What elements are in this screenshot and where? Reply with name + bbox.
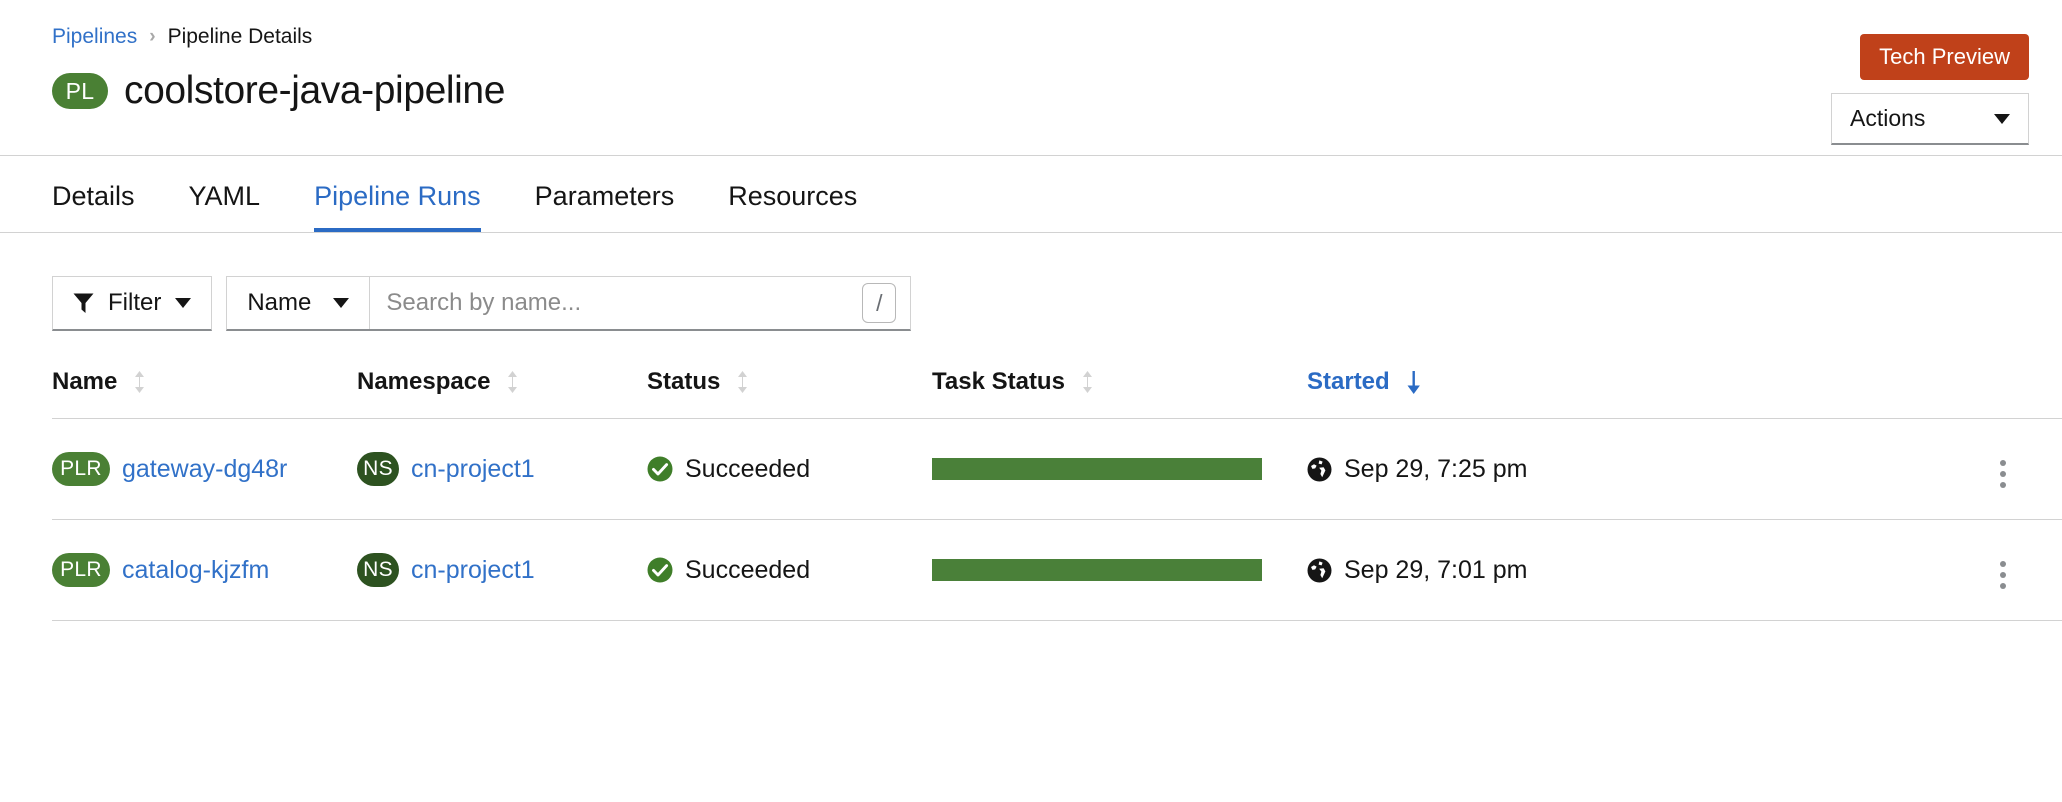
search-group: Name / [226,276,912,331]
cell-task-status [932,418,1307,520]
kebab-menu-icon[interactable] [1990,555,2016,595]
column-header-name: Name [52,368,357,419]
started-timestamp: Sep 29, 7:25 pm [1344,454,1528,483]
cell-status: Succeeded [647,418,932,520]
column-header-namespace: Namespace [357,368,647,419]
tab-bar: Details YAML Pipeline Runs Parameters Re… [0,155,2062,233]
table-body: PLR gateway-dg48r NS cn-project1 Succeed… [52,418,2062,621]
search-shortcut-badge[interactable]: / [862,283,897,323]
check-circle-icon [647,456,673,482]
task-status-bar-fill [932,458,1262,480]
namespace-link[interactable]: cn-project1 [411,556,535,585]
chevron-right-icon: › [149,26,156,47]
sort-both-icon [1082,371,1092,393]
cell-started: Sep 29, 7:25 pm [1307,418,1807,520]
tab-details[interactable]: Details [52,181,162,232]
task-status-bar [932,559,1307,581]
pipeline-run-link[interactable]: gateway-dg48r [122,455,287,484]
sort-task-status[interactable]: Task Status [932,368,1307,396]
sort-started[interactable]: Started [1307,368,1807,396]
sort-down-icon [1407,371,1420,394]
tab-resources[interactable]: Resources [701,181,884,232]
started-timestamp: Sep 29, 7:01 pm [1344,555,1528,584]
column-header-namespace-label: Namespace [357,368,491,395]
actions-button-label: Actions [1850,105,1926,131]
column-header-started: Started [1307,368,1807,419]
tab-yaml[interactable]: YAML [162,181,288,232]
tech-preview-badge: Tech Preview [1860,34,2029,80]
chevron-down-icon [1994,113,2010,124]
sort-both-icon [135,371,145,393]
table-row[interactable]: PLR catalog-kjzfm NS cn-project1 Succeed… [52,519,2062,621]
globe-icon [1307,457,1332,481]
pipeline-runs-table: Name Namespace Status Task Status Starte… [52,368,2062,621]
status-label: Succeeded [685,454,811,483]
header-actions: Tech Preview Actions [1831,34,2029,145]
page-header: Pipelines › Pipeline Details PL coolstor… [0,0,2062,145]
sort-both-icon [508,371,518,393]
breadcrumb-link-pipelines[interactable]: Pipelines [52,26,137,47]
check-circle-icon [647,557,673,583]
breadcrumb: Pipelines › Pipeline Details [52,26,2062,47]
globe-icon [1307,558,1332,582]
pipeline-resource-badge: PL [52,73,108,109]
cell-task-status [932,519,1307,621]
cell-status: Succeeded [647,519,932,621]
search-type-dropdown[interactable]: Name [227,277,371,329]
cell-namespace: NS cn-project1 [357,418,647,520]
filter-button-label: Filter [108,289,162,316]
sort-namespace[interactable]: Namespace [357,368,647,396]
column-header-name-label: Name [52,368,118,395]
page-title-row: PL coolstore-java-pipeline [52,69,2062,113]
namespace-badge: NS [357,553,399,587]
task-status-bar-fill [932,559,1262,581]
table-row[interactable]: PLR gateway-dg48r NS cn-project1 Succeed… [52,418,2062,520]
kebab-menu-icon[interactable] [1990,454,2016,494]
cell-row-actions [1807,519,2062,621]
sort-status[interactable]: Status [647,368,932,396]
column-header-actions [1807,368,2062,419]
sort-name[interactable]: Name [52,368,357,396]
namespace-badge: NS [357,452,399,486]
task-status-bar [932,458,1307,480]
column-header-task-status-label: Task Status [932,368,1065,395]
search-field-wrap: / [370,277,910,329]
funnel-icon [73,293,94,313]
cell-name: PLR gateway-dg48r [52,418,357,520]
sort-both-icon [738,371,748,393]
table-head: Name Namespace Status Task Status Starte… [52,368,2062,419]
status-label: Succeeded [685,555,811,584]
pipeline-run-badge: PLR [52,553,110,587]
cell-row-actions [1807,418,2062,520]
cell-name: PLR catalog-kjzfm [52,519,357,621]
search-type-label: Name [247,289,312,316]
column-header-status: Status [647,368,932,419]
chevron-down-icon [175,298,192,308]
pipeline-run-link[interactable]: catalog-kjzfm [122,556,269,585]
filter-toolbar: Filter Name / [52,276,2062,331]
column-header-task-status: Task Status [932,368,1307,419]
filter-button[interactable]: Filter [52,276,213,331]
page-title: coolstore-java-pipeline [124,69,506,112]
column-header-started-label: Started [1307,368,1390,395]
search-input[interactable] [386,277,863,329]
cell-namespace: NS cn-project1 [357,519,647,621]
namespace-link[interactable]: cn-project1 [411,455,535,484]
column-header-status-label: Status [647,368,721,395]
chevron-down-icon [333,298,350,308]
pipeline-run-badge: PLR [52,452,110,486]
tab-parameters[interactable]: Parameters [508,181,702,232]
cell-started: Sep 29, 7:01 pm [1307,519,1807,621]
breadcrumb-current: Pipeline Details [167,25,313,48]
table-header-row: Name Namespace Status Task Status Starte… [52,368,2062,419]
tab-pipeline-runs[interactable]: Pipeline Runs [287,181,508,232]
actions-button[interactable]: Actions [1831,93,2029,145]
